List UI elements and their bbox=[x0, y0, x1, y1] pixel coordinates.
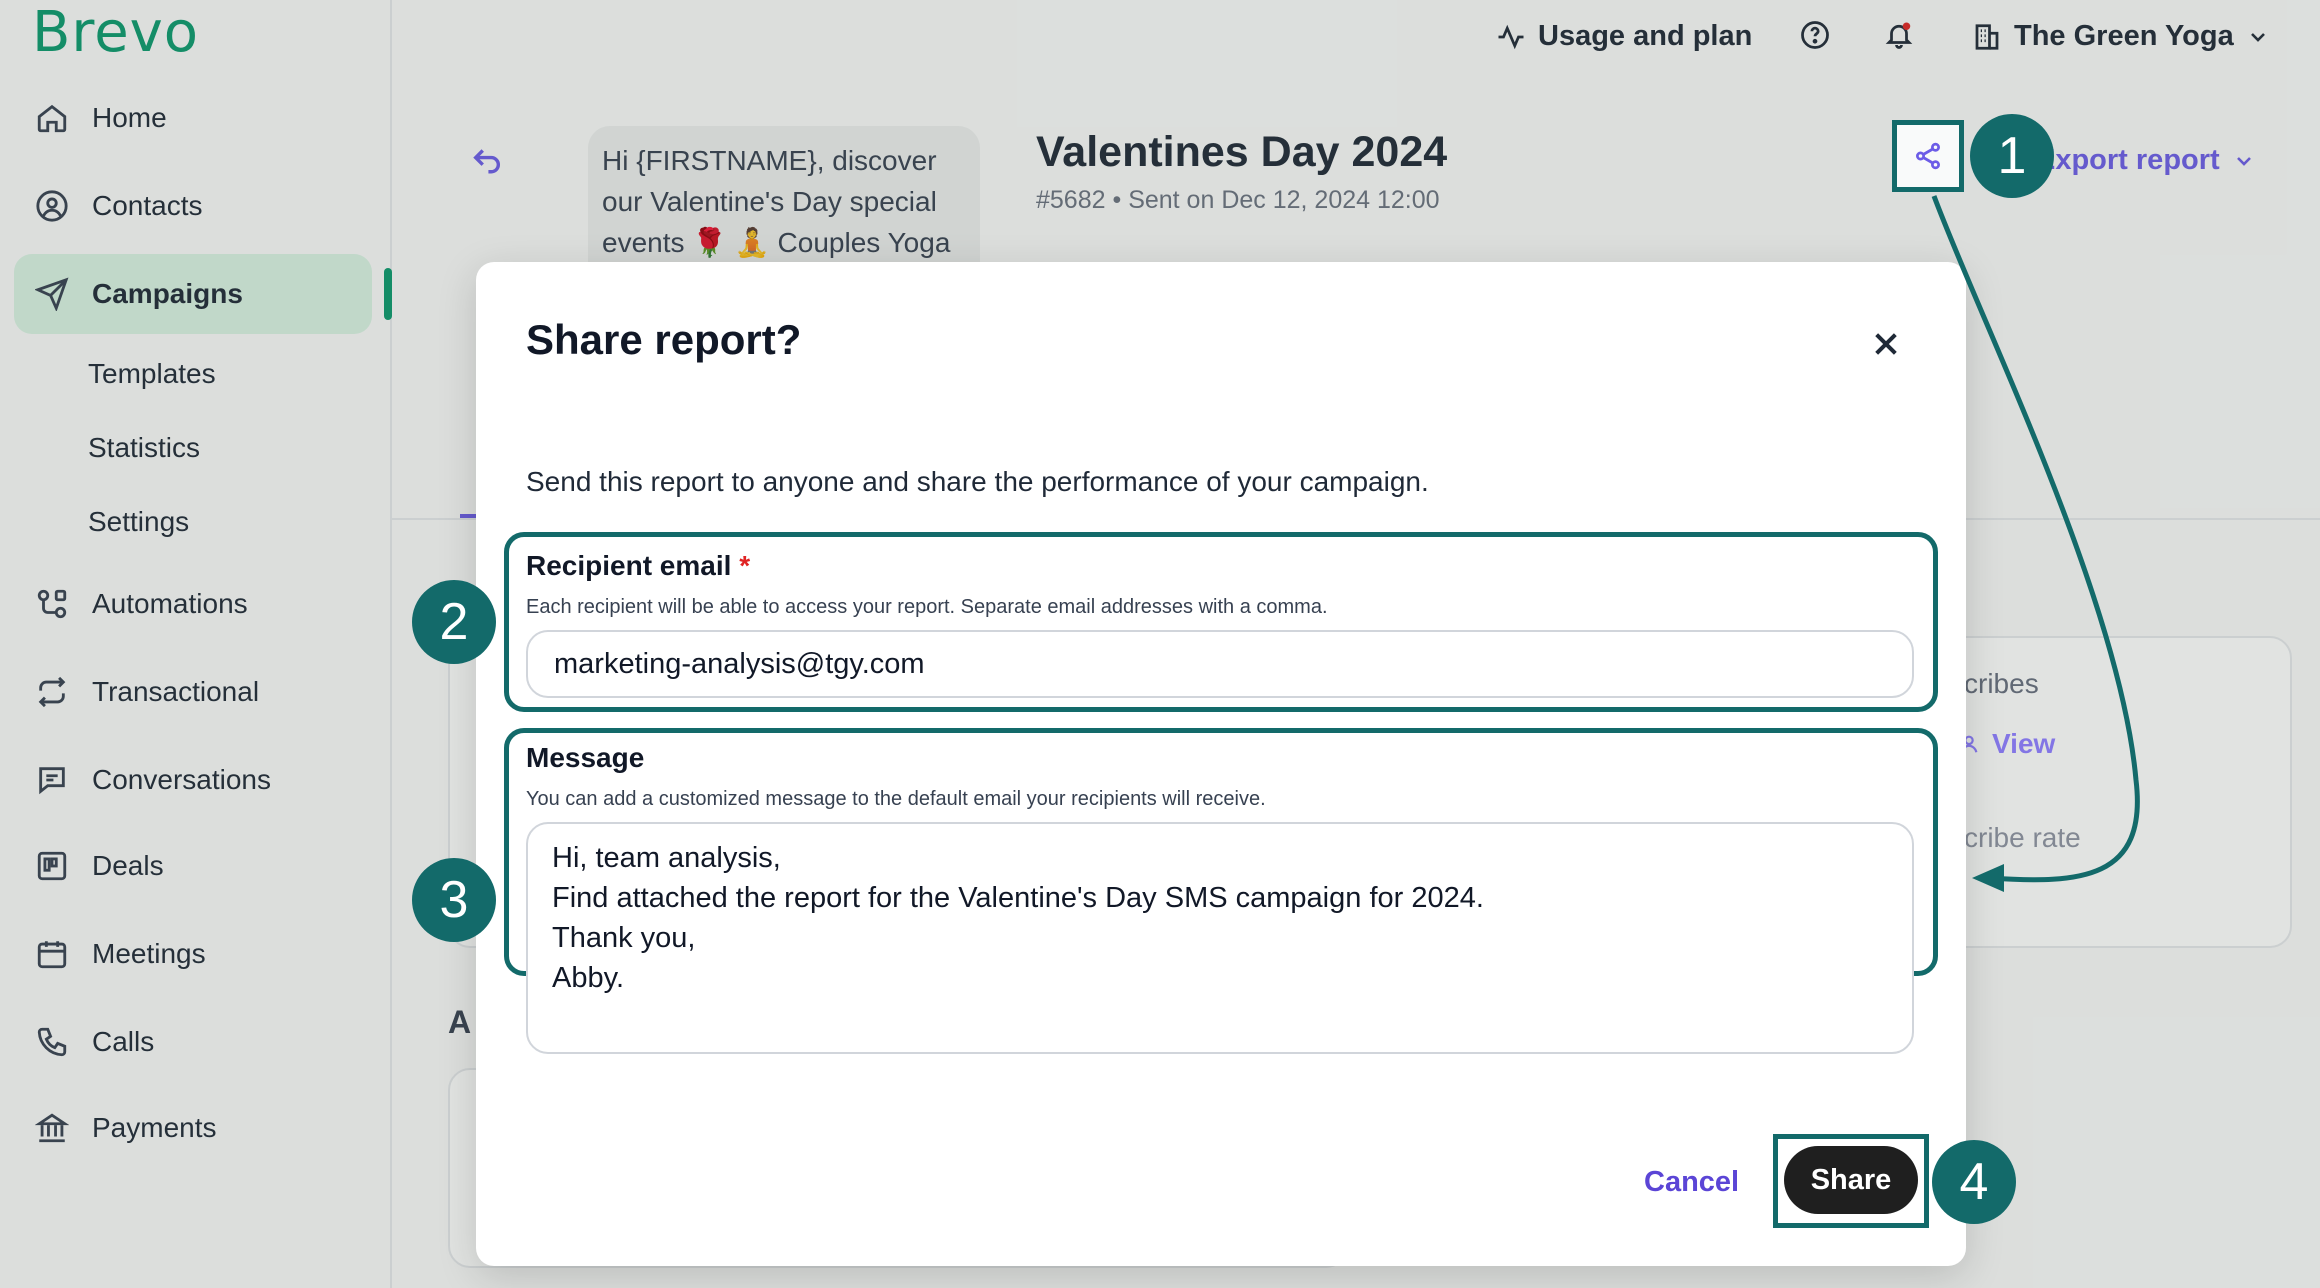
step-marker-2: 2 bbox=[412, 580, 496, 664]
annotation-arrow bbox=[1931, 195, 2140, 892]
step-marker-4: 4 bbox=[1932, 1140, 2016, 1224]
step-marker-3: 3 bbox=[412, 858, 496, 942]
step-marker-1: 1 bbox=[1970, 114, 2054, 198]
